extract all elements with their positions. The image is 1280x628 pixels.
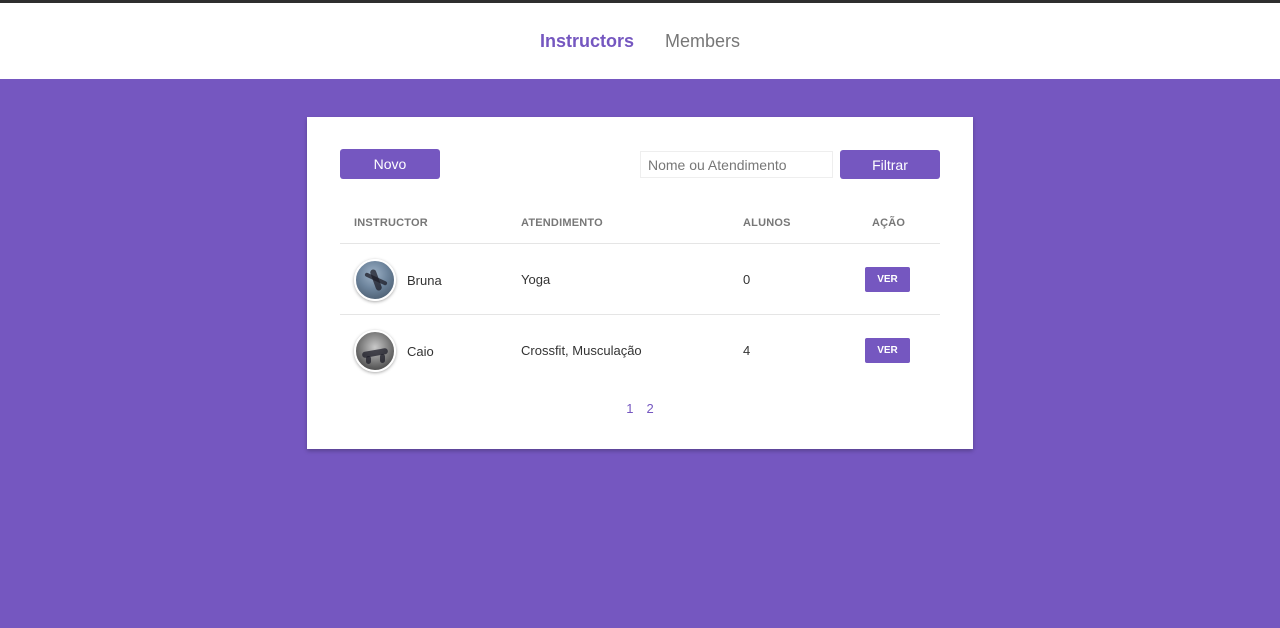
table-header: INSTRUCTOR ATENDIMENTO ALUNOS AÇÃO — [340, 207, 940, 244]
view-button[interactable]: VER — [865, 338, 910, 363]
new-instructor-button[interactable]: Novo — [340, 149, 440, 179]
column-header-instructor: INSTRUCTOR — [354, 217, 428, 229]
column-header-services: ATENDIMENTO — [521, 217, 603, 229]
instructor-services: Crossfit, Musculação — [521, 343, 642, 358]
main-nav: Instructors Members — [0, 30, 1280, 52]
instructor-name: Caio — [407, 344, 434, 359]
avatar — [354, 259, 396, 301]
nav-link-members[interactable]: Members — [665, 30, 740, 52]
search-input[interactable] — [640, 151, 833, 178]
table-row: Bruna Yoga 0 VER — [340, 244, 940, 315]
top-navigation-bar: Instructors Members — [0, 0, 1280, 79]
table-row: Caio Crossfit, Musculação 4 VER — [340, 315, 940, 386]
page-link-1[interactable]: 1 — [626, 401, 633, 416]
nav-link-instructors[interactable]: Instructors — [540, 30, 634, 52]
student-count: 0 — [743, 272, 751, 287]
column-header-action: AÇÃO — [872, 217, 906, 229]
avatar — [354, 330, 396, 372]
instructors-table: INSTRUCTOR ATENDIMENTO ALUNOS AÇÃO Bruna… — [340, 207, 940, 386]
instructor-services: Yoga — [521, 272, 551, 287]
column-header-students: ALUNOS — [743, 217, 791, 229]
filter-button[interactable]: Filtrar — [840, 150, 940, 179]
instructor-name: Bruna — [407, 273, 442, 288]
page-link-2[interactable]: 2 — [647, 401, 654, 416]
pagination: 1 2 — [307, 401, 973, 416]
instructors-card: Novo Filtrar INSTRUCTOR ATENDIMENTO ALUN… — [307, 117, 973, 449]
view-button[interactable]: VER — [865, 267, 910, 292]
student-count: 4 — [743, 343, 751, 358]
